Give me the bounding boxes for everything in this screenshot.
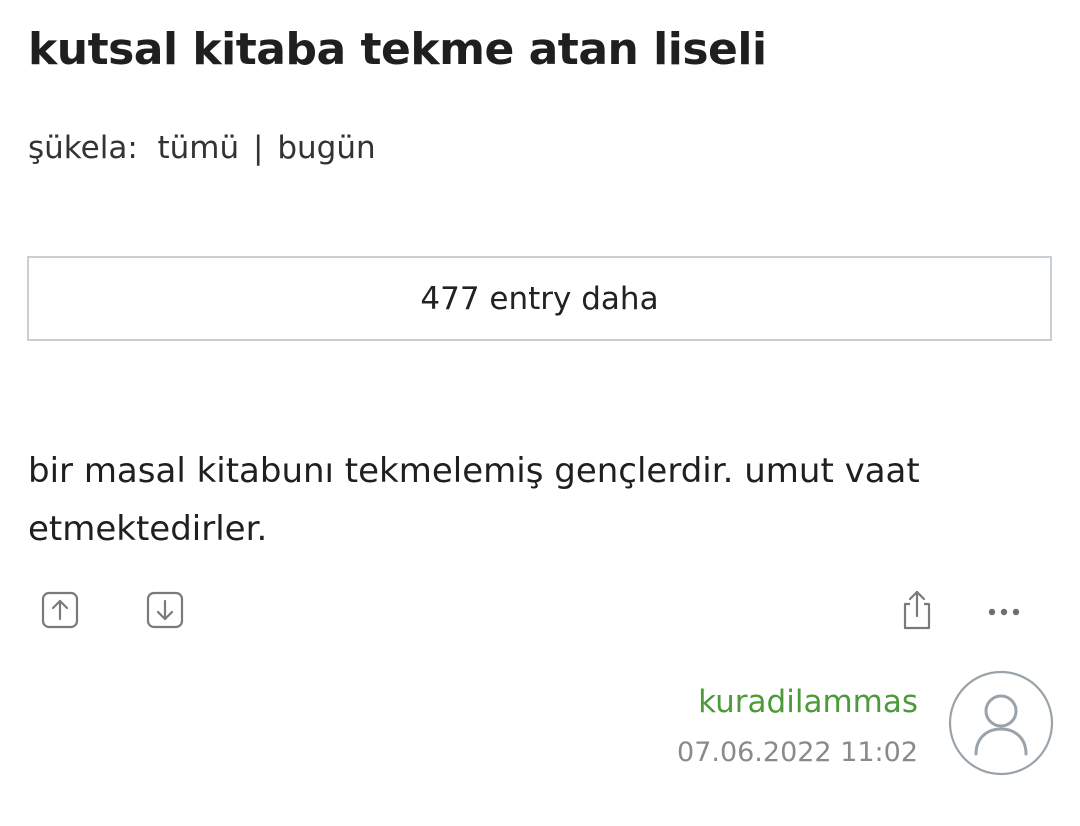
entry-content: bir masal kitabunı tekmelemiş gençlerdir… (28, 451, 920, 549)
upvote-button[interactable] (40, 590, 80, 630)
more-entries-button[interactable]: 477 entry daha (27, 256, 1052, 341)
topic-title[interactable]: kutsal kitaba tekme atan liseli (28, 18, 767, 82)
downvote-button[interactable] (145, 590, 185, 630)
filter-option-all[interactable]: tümü (158, 130, 240, 166)
filter-option-today[interactable]: bugün (277, 130, 375, 166)
filter-label: şükela: (28, 130, 138, 166)
filter-bar: şükela: tümü | bugün (28, 126, 376, 170)
downvote-icon (146, 591, 184, 629)
entry-author[interactable]: kuradilammas (698, 680, 918, 724)
user-avatar-icon (948, 670, 1054, 776)
more-icon (988, 608, 1020, 616)
upvote-icon (41, 591, 79, 629)
share-button[interactable] (896, 588, 938, 632)
share-icon (903, 590, 931, 630)
more-options-button[interactable] (984, 600, 1024, 624)
author-avatar[interactable] (948, 670, 1054, 776)
entry-date[interactable]: 07.06.2022 11:02 (677, 733, 918, 773)
more-entries-label: 477 entry daha (420, 280, 659, 317)
filter-separator: | (253, 130, 264, 166)
